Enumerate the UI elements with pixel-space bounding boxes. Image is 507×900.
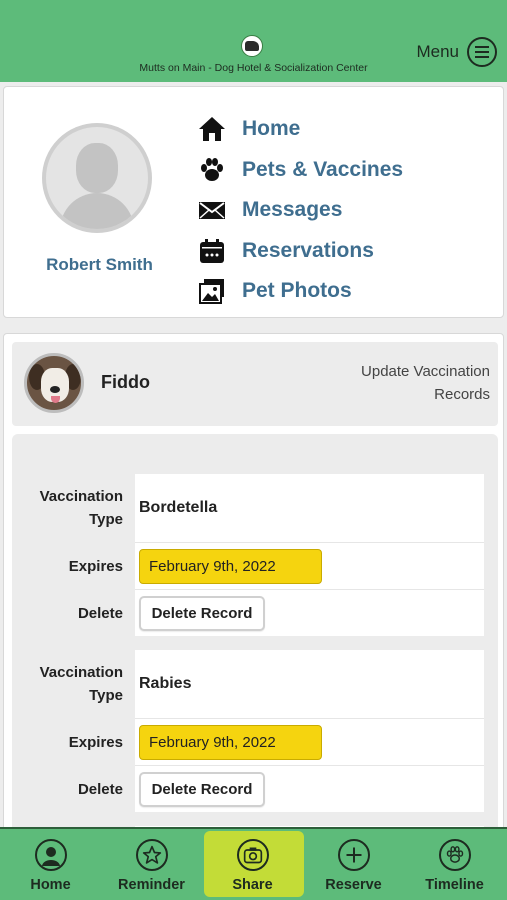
- pet-avatar[interactable]: [24, 353, 84, 413]
- brand-logo: [241, 35, 263, 57]
- nav-item-pet-photos[interactable]: Pet Photos: [196, 271, 403, 312]
- vaccination-type-label: Vaccination Type: [39, 488, 123, 528]
- tab-label-timeline: Timeline: [425, 877, 484, 893]
- nav-item-pets-vaccines[interactable]: Pets & Vaccines: [196, 150, 403, 191]
- vaccination-type-label: Vaccination Type: [39, 664, 123, 704]
- calendar-icon: [196, 237, 228, 265]
- plus-icon: [337, 839, 370, 871]
- pet-name: Fiddo: [101, 372, 150, 392]
- delete-record-button[interactable]: Delete Record: [139, 771, 265, 807]
- nav-label-pets-vaccines: Pets & Vaccines: [242, 157, 404, 181]
- camera-icon: [236, 839, 269, 871]
- record-expires-row: February 9th, 2022 Expires: [26, 543, 484, 589]
- paw-icon: [196, 156, 228, 184]
- expires-label: Expires: [68, 733, 123, 751]
- envelope-icon: [196, 196, 228, 224]
- nav-item-reservations[interactable]: Reservations: [196, 231, 403, 272]
- paw-icon: [438, 839, 471, 871]
- menu-button[interactable]: Menu: [416, 37, 497, 67]
- record-delete-row: Delete Record Delete: [26, 766, 484, 812]
- vaccination-type-value: Rabies: [139, 675, 192, 692]
- expires-label: Expires: [68, 557, 123, 575]
- photos-icon: [196, 277, 228, 305]
- tab-share[interactable]: Share: [202, 829, 304, 900]
- user-name[interactable]: Robert Smith: [32, 255, 167, 275]
- hamburger-icon: [467, 37, 497, 67]
- record-type-row: Bordetella Vaccination Type: [26, 474, 484, 542]
- nav-label-reservations: Reservations: [242, 238, 374, 262]
- tab-reserve[interactable]: Reserve: [303, 829, 404, 900]
- expires-date-field[interactable]: February 9th, 2022: [139, 724, 322, 760]
- pet-section: Fiddo Update Vaccination Records Bordete…: [3, 333, 504, 834]
- delete-label: Delete: [77, 604, 123, 622]
- record-expires-row: February 9th, 2022 Expires: [26, 719, 484, 765]
- pet-header: Fiddo Update Vaccination Records: [12, 342, 498, 426]
- tab-home[interactable]: Home: [0, 829, 101, 900]
- main-nav: Home Pets & Vaccines Messages Reservatio…: [196, 109, 403, 312]
- bottom-nav: Home Reminder Share Reserve Timeline: [0, 827, 507, 900]
- tab-timeline[interactable]: Timeline: [404, 829, 505, 900]
- tab-label-reserve: Reserve: [325, 877, 382, 893]
- delete-record-button[interactable]: Delete Record: [139, 595, 265, 631]
- vaccination-record: Rabies Vaccination Type February 9th, 20…: [26, 650, 484, 812]
- star-icon: [135, 839, 168, 871]
- app-header: Mutts on Main - Dog Hotel & Socializatio…: [0, 0, 507, 82]
- person-icon: [34, 839, 67, 871]
- vaccination-record: Bordetella Vaccination Type February 9th…: [26, 474, 484, 636]
- nav-label-home: Home: [242, 117, 301, 141]
- nav-item-messages[interactable]: Messages: [196, 190, 403, 231]
- menu-label: Menu: [416, 42, 459, 61]
- expires-date-field[interactable]: February 9th, 2022: [139, 548, 322, 584]
- nav-label-pet-photos: Pet Photos: [242, 279, 352, 303]
- record-delete-row: Delete Record Delete: [26, 590, 484, 636]
- tab-label-home: Home: [30, 877, 71, 893]
- profile-card: Robert Smith Home Pets & Vaccines Messag…: [3, 86, 504, 318]
- record-type-row: Rabies Vaccination Type: [26, 650, 484, 718]
- vaccination-type-value: Bordetella: [139, 499, 218, 516]
- delete-label: Delete: [77, 780, 123, 798]
- nav-item-home[interactable]: Home: [196, 109, 403, 150]
- tab-reminder[interactable]: Reminder: [101, 829, 202, 900]
- nav-label-messages: Messages: [242, 198, 343, 222]
- home-icon: [196, 115, 228, 143]
- tab-label-reminder: Reminder: [118, 877, 185, 893]
- tab-label-share: Share: [232, 877, 273, 893]
- avatar[interactable]: [42, 123, 152, 233]
- update-vaccination-records-link[interactable]: Update Vaccination Records: [340, 360, 490, 406]
- vaccination-records: Bordetella Vaccination Type February 9th…: [12, 434, 498, 834]
